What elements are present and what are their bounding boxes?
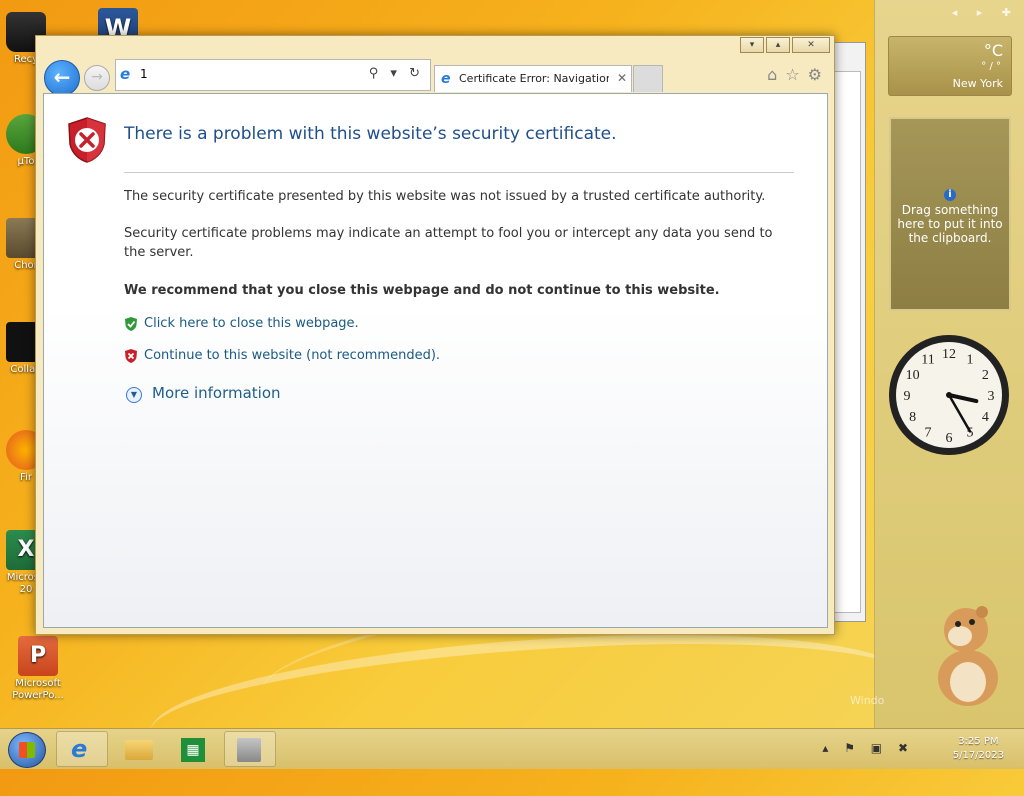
sidebar-controls[interactable]: ◂ ▸ ✚ bbox=[952, 6, 1019, 19]
tab-title: Certificate Error: Navigation ... bbox=[459, 72, 609, 85]
desktop-icon-powerpoint[interactable]: P Microsoft PowerPo... bbox=[8, 636, 68, 702]
taskbar-clock[interactable]: 3:25 PM 5/17/2023 bbox=[953, 735, 1004, 763]
background-window[interactable] bbox=[832, 42, 866, 622]
caption-buttons: ▾ ▴ ✕ bbox=[740, 37, 830, 53]
star-icon[interactable]: ☆ bbox=[785, 65, 799, 84]
clock-numeral: 4 bbox=[982, 410, 989, 425]
weather-range: ° / ° bbox=[981, 61, 1001, 72]
clock-numeral: 11 bbox=[921, 353, 934, 368]
start-button[interactable] bbox=[8, 732, 46, 768]
browser-window[interactable]: ▾ ▴ ✕ ← → e ⚲ ▾ ↻ e Certificate Error: N… bbox=[35, 35, 835, 635]
home-icon[interactable]: ⌂ bbox=[767, 65, 777, 84]
background-window-content bbox=[833, 71, 861, 613]
hamster-gadget[interactable] bbox=[930, 600, 1006, 708]
error-shield-icon bbox=[68, 117, 106, 163]
clock-numeral: 7 bbox=[925, 425, 932, 440]
clock-center bbox=[946, 392, 952, 398]
clock-numeral: 1 bbox=[967, 353, 974, 368]
continue-website-label[interactable]: Continue to this website (not recommende… bbox=[144, 348, 440, 363]
info-icon: i bbox=[944, 189, 956, 201]
close-webpage-label[interactable]: Click here to close this webpage. bbox=[144, 316, 359, 331]
system-tray[interactable]: ▴ ⚑ ▣ ✖ bbox=[822, 741, 914, 755]
divider bbox=[124, 172, 794, 173]
clock-numeral: 6 bbox=[946, 431, 953, 446]
error-heading: There is a problem with this website’s s… bbox=[124, 124, 617, 144]
maximize-button[interactable]: ▴ bbox=[766, 37, 790, 53]
clock-numeral: 12 bbox=[942, 347, 956, 362]
gear-icon[interactable]: ⚙ bbox=[808, 65, 822, 84]
taskbar-app-button[interactable] bbox=[224, 731, 276, 767]
taskbar-date: 5/17/2023 bbox=[952, 750, 1004, 761]
page-content: There is a problem with this website’s s… bbox=[43, 93, 828, 628]
clock-numeral: 3 bbox=[988, 389, 995, 404]
store-icon: ▦ bbox=[181, 738, 205, 762]
desktop-icon-label: Fir bbox=[20, 472, 32, 483]
error-description: The security certificate presented by th… bbox=[124, 189, 766, 204]
address-bar[interactable]: e ⚲ ▾ ↻ bbox=[115, 59, 431, 91]
weather-temp: °C bbox=[983, 41, 1003, 60]
new-tab-button[interactable] bbox=[633, 65, 663, 92]
desktop-icon-label: µTo bbox=[17, 156, 35, 167]
ie-icon: e bbox=[71, 735, 88, 763]
windows-logo-icon bbox=[19, 742, 35, 758]
ie-tab-icon: e bbox=[441, 71, 451, 87]
taskbar-explorer-button[interactable] bbox=[112, 731, 164, 767]
error-warning: Security certificate problems may indica… bbox=[124, 226, 773, 260]
weather-gadget[interactable]: °C ° / ° New York bbox=[888, 36, 1012, 96]
more-information-label[interactable]: More information bbox=[152, 384, 281, 402]
ie-page-icon: e bbox=[120, 65, 131, 83]
clock-gadget[interactable]: 1234567891011 12 bbox=[886, 332, 1012, 458]
clock-numeral: 10 bbox=[906, 368, 920, 383]
taskbar-ie-button[interactable]: e bbox=[56, 731, 108, 767]
recommendation-text: We recommend that you close this webpage… bbox=[124, 283, 720, 298]
app-icon bbox=[237, 738, 261, 762]
clock-numeral: 2 bbox=[982, 368, 989, 383]
taskbar-store-button[interactable]: ▦ bbox=[168, 731, 220, 767]
clock-numeral: 9 bbox=[904, 389, 911, 404]
clipboard-gadget[interactable]: i Drag something here to put it into the… bbox=[889, 117, 1011, 311]
weather-city: New York bbox=[952, 77, 1003, 90]
taskbar-time: 3:25 PM bbox=[958, 736, 999, 747]
red-shield-icon bbox=[125, 349, 137, 363]
chevron-down-icon: ▼ bbox=[126, 387, 142, 403]
clipboard-text: Drag something here to put it into the c… bbox=[897, 203, 1003, 245]
desktop-icon-label: Microsoft PowerPo... bbox=[12, 678, 64, 701]
address-input[interactable] bbox=[140, 65, 340, 83]
minimize-button[interactable]: ▾ bbox=[740, 37, 764, 53]
green-shield-icon bbox=[125, 317, 137, 331]
back-button[interactable]: ← bbox=[44, 60, 80, 96]
folder-icon bbox=[125, 740, 153, 760]
watermark-text: Windo bbox=[850, 694, 885, 707]
forward-button[interactable]: → bbox=[84, 65, 110, 91]
taskbar: e ▦ ▴ ⚑ ▣ ✖ 3:25 PM 5/17/2023 bbox=[0, 728, 1024, 769]
powerpoint-icon: P bbox=[18, 636, 58, 676]
clock-numeral: 8 bbox=[909, 410, 916, 425]
tab-close-icon[interactable]: ✕ bbox=[617, 71, 627, 85]
browser-toolbar: ⌂ ☆ ⚙ bbox=[767, 65, 822, 84]
tab-certificate-error[interactable]: e Certificate Error: Navigation ... ✕ bbox=[434, 65, 632, 92]
address-controls[interactable]: ⚲ ▾ ↻ bbox=[369, 66, 424, 81]
close-window-button[interactable]: ✕ bbox=[792, 37, 830, 53]
